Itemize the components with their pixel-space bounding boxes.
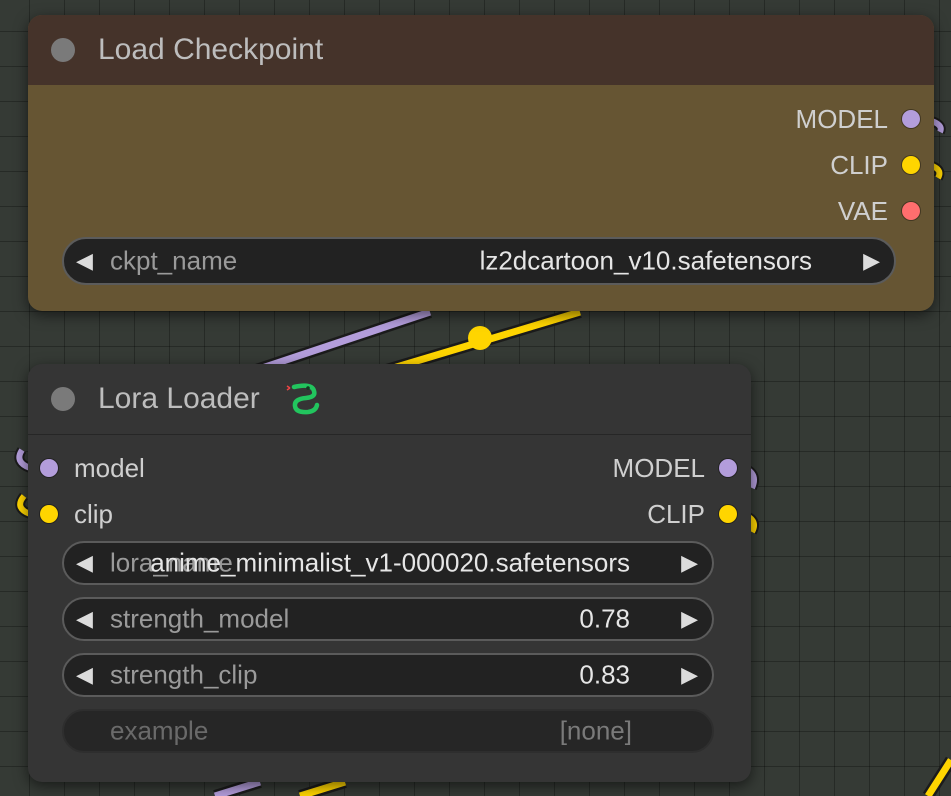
output-dot-model[interactable] <box>719 459 737 477</box>
arrow-right-icon[interactable]: ▶ <box>863 250 880 272</box>
output-slot-model[interactable]: MODEL <box>613 448 737 488</box>
widget-value: lz2dcartoon_v10.safetensors <box>479 245 812 276</box>
output-slot-clip[interactable]: CLIP <box>647 494 737 534</box>
node-title: Lora Loader <box>98 382 260 415</box>
widget-value: 0.83 <box>579 659 630 690</box>
input-dot-clip[interactable] <box>40 505 58 523</box>
output-slot-model[interactable]: MODEL <box>796 99 920 139</box>
arrow-left-icon[interactable]: ◀ <box>76 552 93 574</box>
widget-value: 0.78 <box>579 603 630 634</box>
output-slot-vae[interactable]: VAE <box>838 191 920 231</box>
lora-name-combo[interactable]: ◀ lora_name anime_minimalist_v1-000020.s… <box>62 541 714 585</box>
output-label: MODEL <box>795 103 888 134</box>
node-graph-canvas[interactable]: Load Checkpoint MODEL CLIP VAE ◀ ckpt_na… <box>0 0 951 796</box>
node-collapse-dot[interactable] <box>51 38 75 62</box>
output-label: CLIP <box>830 149 888 180</box>
output-slot-clip[interactable]: CLIP <box>830 145 920 185</box>
input-slot-clip[interactable]: clip <box>40 494 113 534</box>
output-dot-clip[interactable] <box>719 505 737 523</box>
widget-value: anime_minimalist_v1-000020.safetensors <box>150 547 630 578</box>
output-dot-vae[interactable] <box>902 202 920 220</box>
arrow-left-icon[interactable]: ◀ <box>76 664 93 686</box>
input-slot-model[interactable]: model <box>40 448 145 488</box>
output-dot-clip[interactable] <box>902 156 920 174</box>
snake-icon <box>286 381 322 417</box>
input-label: clip <box>74 498 114 529</box>
strength-clip-number[interactable]: ◀ strength_clip 0.83 ▶ <box>62 653 714 697</box>
load-checkpoint-node[interactable]: Load Checkpoint MODEL CLIP VAE ◀ ckpt_na… <box>28 15 934 311</box>
widget-value: [none] <box>559 715 632 746</box>
example-field: example [none] <box>62 709 714 753</box>
strength-model-number[interactable]: ◀ strength_model 0.78 ▶ <box>62 597 714 641</box>
node-title: Load Checkpoint <box>98 33 324 66</box>
output-dot-model[interactable] <box>902 110 920 128</box>
input-dot-model[interactable] <box>40 459 58 477</box>
output-label: MODEL <box>612 452 705 483</box>
arrow-right-icon[interactable]: ▶ <box>681 552 698 574</box>
ckpt-name-combo[interactable]: ◀ ckpt_name lz2dcartoon_v10.safetensors … <box>62 237 896 285</box>
widget-label: strength_model <box>110 603 290 634</box>
arrow-right-icon[interactable]: ▶ <box>681 664 698 686</box>
widget-label: strength_clip <box>110 659 258 690</box>
input-label: model <box>74 452 145 483</box>
output-label: CLIP <box>647 498 705 529</box>
output-label: VAE <box>837 195 888 226</box>
node-collapse-dot[interactable] <box>51 387 75 411</box>
lora-loader-header[interactable]: Lora Loader <box>28 364 751 435</box>
wire-reroute-dot[interactable] <box>468 326 492 350</box>
arrow-right-icon[interactable]: ▶ <box>681 608 698 630</box>
widget-label: ckpt_name <box>110 245 238 276</box>
arrow-left-icon[interactable]: ◀ <box>76 250 93 272</box>
lora-loader-node[interactable]: Lora Loader model clip MODEL CLIP ◀ lora… <box>28 364 751 782</box>
arrow-left-icon[interactable]: ◀ <box>76 608 93 630</box>
load-checkpoint-header[interactable]: Load Checkpoint <box>28 15 934 85</box>
wire-bottom-right-clip-inner <box>925 758 951 796</box>
widget-label: example <box>110 715 209 746</box>
